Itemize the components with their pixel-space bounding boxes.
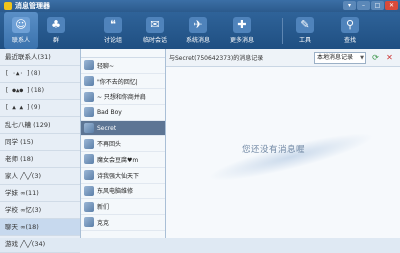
avatar bbox=[84, 201, 94, 212]
title-bar: 消息管理器 ▾ – □ ✕ bbox=[0, 0, 400, 12]
record-source-value: 本地消息记录 bbox=[317, 54, 354, 61]
group-item[interactable]: 老师 (18) bbox=[0, 151, 80, 168]
chevron-down-icon: ▼ bbox=[360, 55, 364, 61]
group-item[interactable]: [ ▲ ▲ ](9) bbox=[0, 100, 80, 117]
window-controls: ▾ – □ ✕ bbox=[343, 1, 398, 10]
list-item[interactable]: 魔女会豆腐♥m bbox=[81, 152, 165, 168]
system-message-icon: ✈ bbox=[189, 17, 207, 33]
group-item[interactable]: 乱七八糟 (129) bbox=[0, 117, 80, 134]
app-logo-icon bbox=[4, 2, 12, 10]
avatar bbox=[84, 138, 94, 149]
list-item[interactable]: 轻聊~ bbox=[81, 58, 165, 74]
find-button[interactable]: ⚲ 查找 bbox=[335, 12, 365, 49]
list-item-selected[interactable]: Secret bbox=[81, 120, 165, 137]
avatar bbox=[84, 76, 94, 87]
tab-discussion[interactable]: ❝ 讨论组 bbox=[95, 12, 131, 49]
list-item[interactable]: 克克 bbox=[81, 215, 165, 231]
group-item[interactable]: [ ·▲· ](8) bbox=[0, 66, 80, 83]
tab-temp-chat-label: 临时会话 bbox=[142, 37, 167, 44]
contact-list: 轻聊~ "你不去的回忆| ~ 只想和你商并肩 Bad Boy Secret 不再… bbox=[81, 49, 166, 238]
avatar bbox=[84, 91, 94, 102]
main-toolbar: ☺ 联系人 ♣ 群 ❝ 讨论组 ✉ 临时会话 ✈ 系统消息 ✚ 更多消息 ✎ 工… bbox=[0, 12, 400, 49]
refresh-icon[interactable]: ⟳ bbox=[370, 52, 381, 63]
message-record-title: 与Secret(750642373)的消息记录 bbox=[169, 55, 264, 62]
contact-name: 诗我强大仙天下 bbox=[97, 172, 140, 180]
maximize-button[interactable]: □ bbox=[371, 1, 384, 10]
window-title: 消息管理器 bbox=[15, 2, 50, 10]
tab-groups-label: 群 bbox=[52, 37, 59, 44]
tab-discussion-label: 讨论组 bbox=[103, 37, 122, 44]
group-item-selected[interactable]: 聊天 ∞(18) bbox=[0, 219, 80, 236]
message-record-panel: 与Secret(750642373)的消息记录 本地消息记录 ▼ ⟳ ✕ 您还没… bbox=[166, 49, 400, 238]
more-messages-icon: ✚ bbox=[233, 17, 251, 33]
avatar bbox=[84, 60, 94, 71]
group-item[interactable]: 学校 ∞忆(3) bbox=[0, 202, 80, 219]
menu-dropdown-button[interactable]: ▾ bbox=[343, 1, 356, 10]
contact-name: 克克 bbox=[97, 219, 110, 227]
empty-message-text: 您还没有消息喔 bbox=[242, 145, 306, 155]
group-list: 最近联系人(31) [ ·▲· ](8) [ ●▲● ](18) [ ▲ ▲ ]… bbox=[0, 49, 81, 253]
contact-name: 不再回头 bbox=[97, 141, 122, 149]
list-item[interactable]: "你不去的回忆| bbox=[81, 74, 165, 90]
person-icon: ☺ bbox=[12, 17, 30, 33]
tab-contacts[interactable]: ☺ 联系人 bbox=[4, 12, 38, 49]
group-icon: ♣ bbox=[47, 17, 65, 33]
list-item[interactable]: 诗我强大仙天下 bbox=[81, 168, 165, 184]
close-icon[interactable]: ✕ bbox=[384, 52, 395, 63]
contact-name: Bad Boy bbox=[97, 108, 122, 116]
search-icon: ⚲ bbox=[341, 17, 359, 33]
contact-name: Secret bbox=[97, 124, 117, 132]
contact-name: 魔女会豆腐♥m bbox=[97, 156, 139, 164]
tools-button[interactable]: ✎ 工具 bbox=[290, 12, 320, 49]
avatar bbox=[84, 123, 94, 134]
tab-temp-chat[interactable]: ✉ 临时会话 bbox=[137, 12, 173, 49]
avatar bbox=[84, 185, 94, 196]
avatar bbox=[84, 217, 94, 228]
tab-system-messages[interactable]: ✈ 系统消息 bbox=[180, 12, 216, 49]
list-item[interactable]: 新们 bbox=[81, 199, 165, 215]
contact-name: 新们 bbox=[97, 204, 110, 212]
avatar bbox=[84, 154, 94, 165]
contact-name: 东风电脑维修 bbox=[97, 188, 134, 196]
list-item[interactable]: 不再回头 bbox=[81, 136, 165, 153]
message-record-header: 与Secret(750642373)的消息记录 本地消息记录 ▼ ⟳ ✕ bbox=[166, 49, 400, 67]
list-item[interactable]: Bad Boy bbox=[81, 105, 165, 121]
avatar bbox=[84, 170, 94, 181]
toolbar-divider bbox=[282, 18, 283, 44]
tab-more-messages-label: 更多消息 bbox=[229, 37, 254, 44]
discussion-icon: ❝ bbox=[104, 17, 122, 33]
group-item[interactable]: 游戏 ╱╲╱(34) bbox=[0, 236, 80, 253]
tab-system-messages-label: 系统消息 bbox=[185, 37, 210, 44]
contact-name: ~ 只想和你商并肩 bbox=[97, 94, 146, 102]
close-button[interactable]: ✕ bbox=[385, 1, 398, 10]
list-item[interactable]: 东风电脑维修 bbox=[81, 184, 165, 200]
tools-button-label: 工具 bbox=[298, 37, 311, 44]
contact-name: "你不去的回忆| bbox=[97, 78, 138, 86]
group-item[interactable]: 最近联系人(31) bbox=[0, 49, 80, 66]
avatar bbox=[84, 107, 94, 118]
contact-name: 轻聊~ bbox=[97, 62, 115, 70]
group-item[interactable]: [ ●▲● ](18) bbox=[0, 83, 80, 100]
group-item[interactable]: 同学 (15) bbox=[0, 134, 80, 151]
minimize-button[interactable]: – bbox=[357, 1, 370, 10]
tab-more-messages[interactable]: ✚ 更多消息 bbox=[224, 12, 260, 49]
background-streak bbox=[205, 124, 377, 190]
find-button-label: 查找 bbox=[343, 37, 356, 44]
tools-icon: ✎ bbox=[296, 17, 314, 33]
group-item[interactable]: 学妹 ∞(11) bbox=[0, 185, 80, 202]
contact-list-header bbox=[81, 49, 165, 58]
group-item[interactable]: 家人 ╱╲╱(3) bbox=[0, 168, 80, 185]
tab-groups[interactable]: ♣ 群 bbox=[40, 12, 72, 49]
list-item[interactable]: ~ 只想和你商并肩 bbox=[81, 89, 165, 106]
record-source-select[interactable]: 本地消息记录 ▼ bbox=[314, 52, 366, 64]
tab-contacts-label: 联系人 bbox=[11, 37, 30, 44]
temp-chat-icon: ✉ bbox=[146, 17, 164, 33]
